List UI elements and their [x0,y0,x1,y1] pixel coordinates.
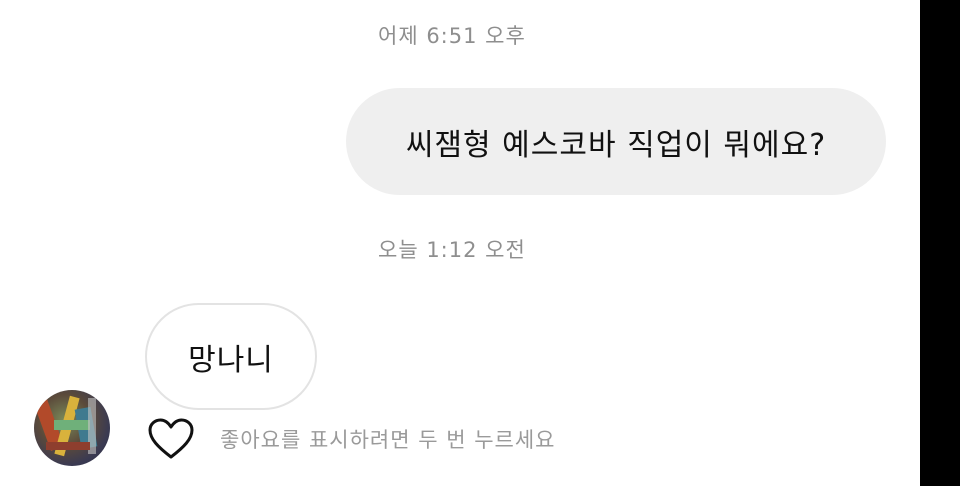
chat-thread: 어제 6:51 오후 씨잼형 예스코바 직업이 뭐에요? 오늘 1:12 오전 … [0,0,920,486]
screen-edge [920,0,960,486]
heart-icon[interactable] [148,418,194,460]
received-message-text: 망나니 [188,342,274,378]
sent-message-text: 씨잼형 예스코바 직업이 뭐에요? [405,127,827,163]
like-hint-text: 좋아요를 표시하려면 두 번 누르세요 [220,428,556,452]
received-message-bubble[interactable]: 망나니 [145,303,317,410]
message-timestamp: 오늘 1:12 오전 [378,238,526,262]
message-timestamp: 어제 6:51 오후 [378,24,526,48]
sent-message-bubble[interactable]: 씨잼형 예스코바 직업이 뭐에요? [346,88,886,195]
avatar[interactable] [34,390,110,466]
